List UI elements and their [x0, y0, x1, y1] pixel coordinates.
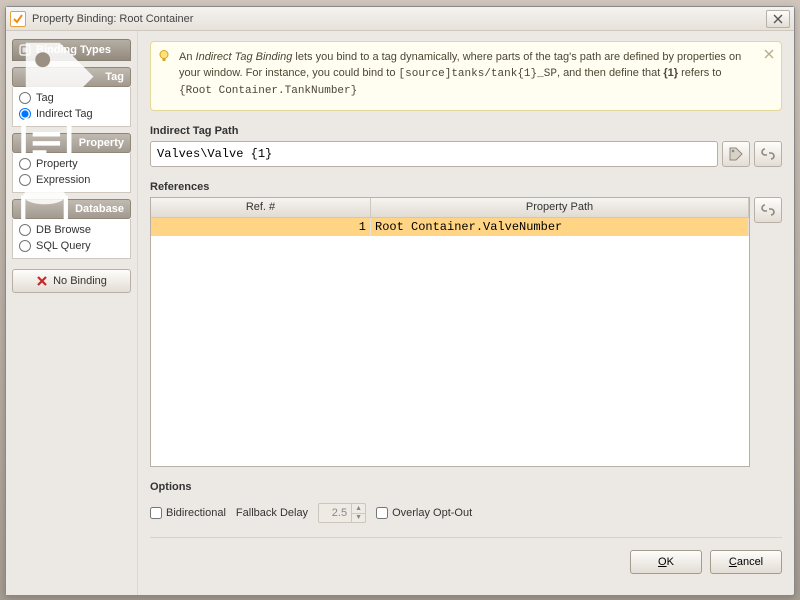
fallback-delay-label: Fallback Delay [236, 507, 308, 519]
radio-sql-query[interactable]: SQL Query [19, 240, 124, 252]
radio-label: Property [36, 158, 78, 170]
options-label: Options [150, 481, 782, 493]
radio-db-browse[interactable]: DB Browse [19, 224, 124, 236]
radio-property[interactable]: Property [19, 158, 124, 170]
help-text: An Indirect Tag Binding lets you bind to… [179, 51, 741, 96]
radio-label: Tag [36, 92, 54, 104]
dialog-window: Property Binding: Root Container Binding… [5, 6, 795, 596]
col-ref[interactable]: Ref. # [151, 198, 371, 217]
group-title: Database [75, 203, 124, 215]
group-title: Tag [105, 71, 124, 83]
group-header-property: Property [12, 133, 131, 153]
main-panel: An Indirect Tag Binding lets you bind to… [138, 31, 794, 595]
indirect-path-label: Indirect Tag Path [150, 125, 782, 137]
cell-ref: 1 [151, 218, 371, 236]
no-binding-label: No Binding [53, 275, 107, 287]
group-database: Database DB Browse SQL Query [12, 199, 131, 259]
tag-icon [19, 36, 100, 117]
indirect-path-input[interactable] [150, 141, 718, 167]
overlay-optout-label: Overlay Opt-Out [392, 507, 472, 519]
cell-property-path: Root Container.ValveNumber [371, 218, 749, 236]
references-table[interactable]: Ref. # Property Path 1Root Container.Val… [150, 197, 750, 467]
delete-icon [36, 275, 48, 287]
radio-label: DB Browse [36, 224, 91, 236]
fallback-delay-input[interactable] [319, 507, 351, 519]
spinner-buttons[interactable]: ▲ ▼ [351, 504, 365, 522]
link-icon [760, 202, 776, 218]
insert-property-button[interactable] [754, 141, 782, 167]
group-header-tag: Tag [12, 67, 131, 87]
radio-tag[interactable]: Tag [19, 92, 124, 104]
window-title: Property Binding: Root Container [32, 13, 766, 25]
bidirectional-label: Bidirectional [166, 507, 226, 519]
link-icon [760, 146, 776, 162]
window-close-button[interactable] [766, 10, 790, 28]
titlebar[interactable]: Property Binding: Root Container [6, 7, 794, 31]
cancel-button[interactable]: Cancel [710, 550, 782, 574]
references-label: References [150, 181, 782, 193]
options-row: Bidirectional Fallback Delay ▲ ▼ Overlay… [150, 503, 782, 523]
help-box: An Indirect Tag Binding lets you bind to… [150, 41, 782, 111]
sidebar: Binding Types Tag Tag Indirect Tag Prope… [6, 31, 138, 595]
chevron-up-icon[interactable]: ▲ [352, 504, 365, 513]
ok-button[interactable]: OK [630, 550, 702, 574]
group-header-database: Database [12, 199, 131, 219]
divider [150, 537, 782, 538]
fallback-delay-spinner[interactable]: ▲ ▼ [318, 503, 366, 523]
close-icon [773, 14, 783, 24]
table-row[interactable]: 1Root Container.ValveNumber [151, 218, 749, 236]
bidirectional-checkbox[interactable]: Bidirectional [150, 507, 226, 519]
col-property-path[interactable]: Property Path [371, 198, 749, 217]
app-icon [10, 11, 26, 27]
overlay-optout-checkbox[interactable]: Overlay Opt-Out [376, 507, 472, 519]
table-header: Ref. # Property Path [151, 198, 749, 218]
content-area: Binding Types Tag Tag Indirect Tag Prope… [6, 31, 794, 595]
lightbulb-icon [157, 49, 171, 63]
group-title: Property [79, 137, 124, 149]
radio-label: SQL Query [36, 240, 91, 252]
browse-tag-button[interactable] [722, 141, 750, 167]
tag-browse-icon [728, 146, 744, 162]
insert-reference-button[interactable] [754, 197, 782, 223]
no-binding-button[interactable]: No Binding [12, 269, 131, 293]
help-close-icon[interactable] [763, 48, 775, 60]
chevron-down-icon[interactable]: ▼ [352, 513, 365, 522]
